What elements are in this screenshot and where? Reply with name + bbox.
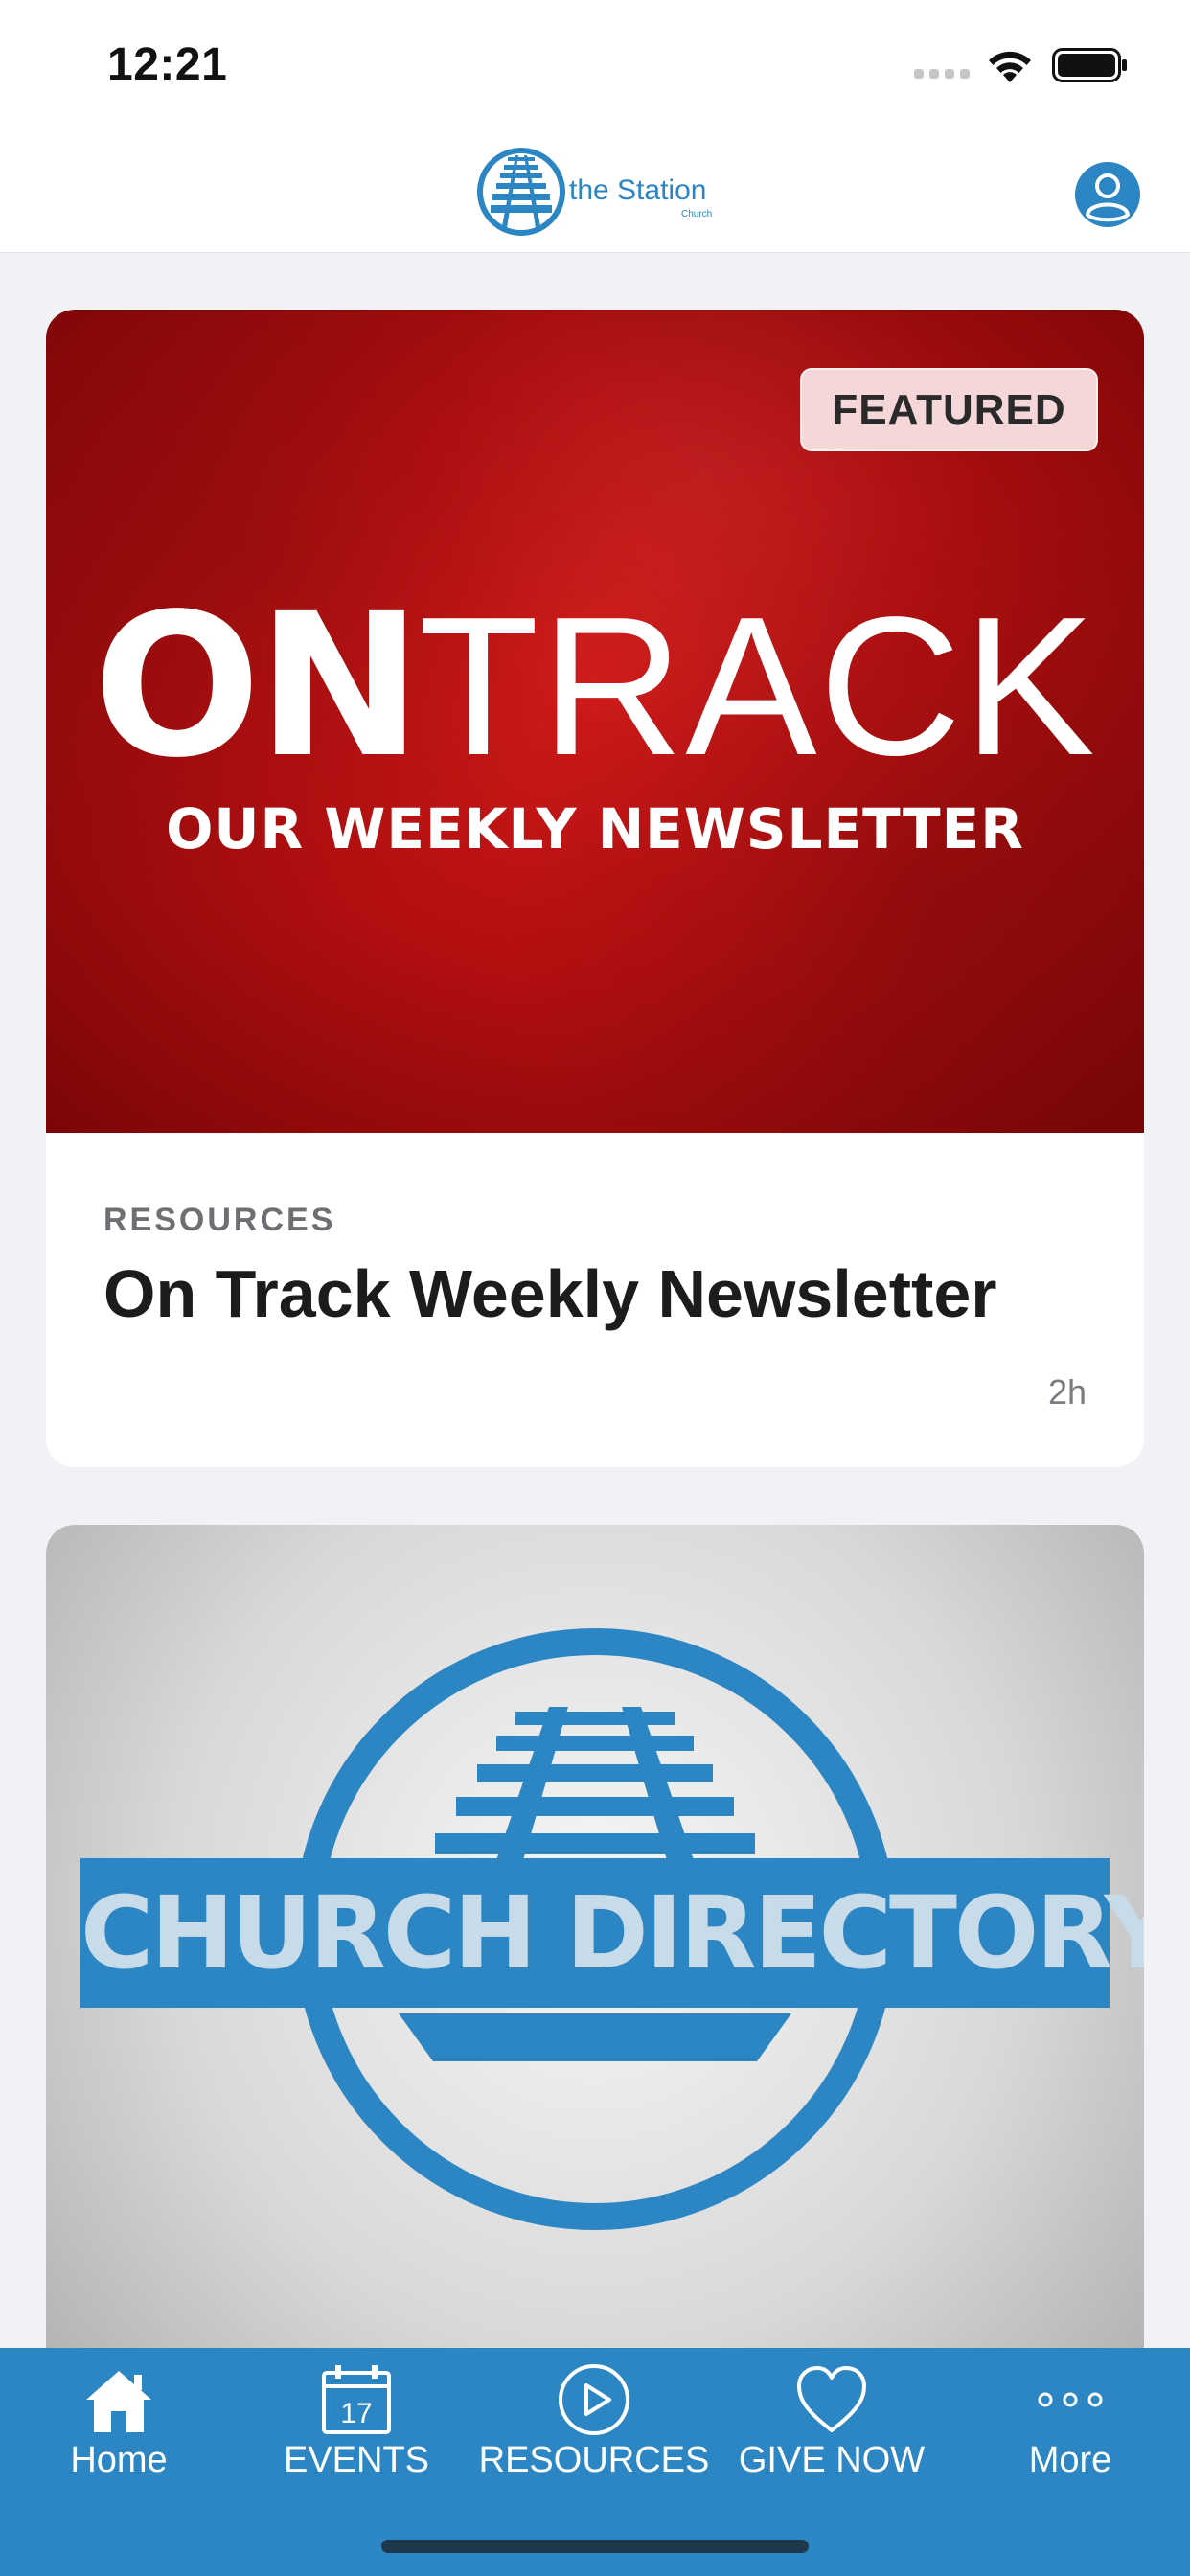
profile-icon[interactable] <box>1074 161 1141 228</box>
tab-events-label: EVENTS <box>283 2440 430 2480</box>
play-circle-icon <box>559 2364 629 2435</box>
tab-home-label: Home <box>70 2440 168 2480</box>
tab-more-label: More <box>1028 2440 1112 2480</box>
hero-subtitle: OUR WEEKLY NEWSLETTER <box>166 796 1024 862</box>
app-header: the Station Church <box>0 126 1190 253</box>
directory-hero-image: CHURCH DIRECTORY <box>46 1525 1144 2348</box>
tab-events[interactable]: 17 EVENTS <box>238 2348 475 2511</box>
home-icon <box>86 2371 151 2432</box>
svg-text:the Station: the Station <box>569 174 706 206</box>
tab-resources-label: RESOURCES <box>478 2440 710 2480</box>
tab-home[interactable]: Home <box>0 2348 238 2511</box>
newsletter-hero-image: ONTRACK OUR WEEKLY NEWSLETTER FEATURED <box>46 310 1144 1133</box>
home-indicator[interactable] <box>381 2540 809 2553</box>
card-body: RESOURCES On Track Weekly Newsletter 2h <box>46 1133 1144 1467</box>
feed-card-directory[interactable]: CHURCH DIRECTORY <box>46 1525 1144 2348</box>
tab-give-now[interactable]: GIVE NOW <box>713 2348 950 2511</box>
svg-text:Church: Church <box>681 209 712 219</box>
status-bar: 12:21 <box>0 0 1190 126</box>
battery-icon <box>1052 48 1127 82</box>
cellular-signal-icon <box>914 69 970 79</box>
directory-hero-text: CHURCH DIRECTORY <box>80 1874 1144 1991</box>
tab-resources[interactable]: RESOURCES <box>475 2348 713 2511</box>
wifi-icon <box>989 51 1031 82</box>
featured-badge: FEATURED <box>800 368 1098 451</box>
feed-card-newsletter[interactable]: ONTRACK OUR WEEKLY NEWSLETTER FEATURED R… <box>46 310 1144 1467</box>
card-category: RESOURCES <box>103 1202 336 1238</box>
tab-more[interactable]: More <box>950 2348 1190 2511</box>
hero-title: ONTRACK <box>93 571 1097 801</box>
card-title: On Track Weekly Newsletter <box>103 1256 997 1331</box>
feed[interactable]: ONTRACK OUR WEEKLY NEWSLETTER FEATURED R… <box>0 254 1190 2348</box>
more-dots-icon <box>1038 2392 1103 2407</box>
church-logo[interactable]: the Station Church <box>475 144 724 240</box>
svg-text:17: 17 <box>340 2398 372 2429</box>
heart-icon <box>797 2366 866 2432</box>
status-time: 12:21 <box>107 39 228 90</box>
tab-give-now-label: GIVE NOW <box>738 2440 926 2480</box>
card-timestamp: 2h <box>1047 1372 1087 1412</box>
calendar-icon: 17 <box>322 2365 391 2434</box>
